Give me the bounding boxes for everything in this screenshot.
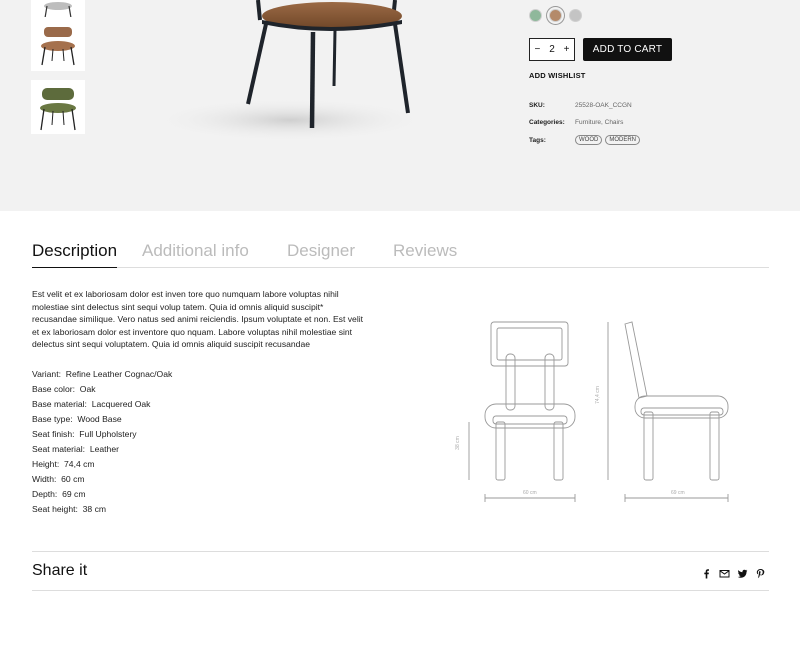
spec-value: 60 cm	[61, 474, 85, 484]
twitter-icon[interactable]	[737, 566, 748, 578]
spec-value: Lacquered Oak	[91, 399, 151, 409]
share-icons	[701, 566, 766, 579]
divider	[32, 551, 769, 552]
add-wishlist-link[interactable]: ADD WISHLIST	[529, 71, 586, 80]
spec-label: Width:	[32, 474, 57, 484]
decrement-button[interactable]: −	[534, 44, 540, 55]
spec-row: Base color: Oak	[32, 383, 172, 398]
spec-label: Variant:	[32, 369, 61, 379]
tags-row: Tags: WOOD MODERN	[529, 135, 643, 145]
depth-label: 69 cm	[671, 490, 685, 496]
spec-row: Base type: Wood Base	[32, 413, 172, 428]
spec-value: Wood Base	[77, 414, 122, 424]
spec-value: Leather	[89, 444, 119, 454]
mail-icon[interactable]	[719, 566, 730, 578]
swatch-sage[interactable]	[529, 9, 542, 22]
sku-row: SKU: 25528-OAK_CCGN	[529, 102, 632, 109]
color-swatches	[529, 9, 582, 22]
height-label: 74,4 cm	[594, 386, 601, 404]
spec-row: Variant: Refine Leather Cognac/Oak	[32, 368, 172, 383]
width-label: 60 cm	[523, 490, 537, 496]
facebook-icon[interactable]	[701, 566, 712, 579]
tag-modern[interactable]: MODERN	[605, 135, 641, 145]
spec-value: 74,4 cm	[64, 459, 95, 469]
spec-label: Seat height:	[32, 504, 78, 514]
categories-row: Categories: Furniture, Chairs	[529, 119, 623, 126]
description-text: Est velit et ex laboriosam dolor est inv…	[32, 289, 364, 349]
spec-value: Oak	[79, 384, 96, 394]
increment-button[interactable]: +	[564, 44, 570, 55]
spec-list: Variant: Refine Leather Cognac/Oak Base …	[32, 368, 172, 518]
spec-row: Seat finish: Full Upholstery	[32, 428, 172, 443]
spec-value: 69 cm	[62, 489, 86, 499]
thumbnail-chair-green[interactable]	[31, 80, 85, 134]
spec-row: Seat material: Leather	[32, 443, 172, 458]
spec-row: Depth: 69 cm	[32, 488, 172, 503]
spec-label: Height:	[32, 459, 60, 469]
spec-row: Width: 60 cm	[32, 473, 172, 488]
tab-description[interactable]: Description	[32, 241, 118, 268]
product-gallery-area: − 2 + ADD TO CART ADD WISHLIST SKU: 2552…	[0, 0, 800, 211]
main-product-image	[140, 0, 440, 160]
thumbnail-chair-cognac[interactable]	[31, 17, 85, 71]
spec-row: Height: 74,4 cm	[32, 458, 172, 473]
swatch-gray[interactable]	[569, 9, 582, 22]
add-to-cart-button[interactable]: ADD TO CART	[583, 38, 672, 61]
spec-value: Full Upholstery	[79, 429, 137, 439]
tab-additional-info[interactable]: Additional info	[142, 241, 249, 268]
sku-label: SKU:	[529, 102, 545, 109]
tab-reviews[interactable]: Reviews	[393, 241, 457, 268]
sku-value: 25528-OAK_CCGN	[575, 102, 632, 109]
pinterest-icon[interactable]	[755, 566, 766, 579]
quantity-stepper: − 2 +	[529, 38, 575, 61]
spec-row: Base material: Lacquered Oak	[32, 398, 172, 413]
tag-wood[interactable]: WOOD	[575, 135, 603, 145]
spec-label: Depth:	[32, 489, 58, 499]
swatch-cognac[interactable]	[549, 9, 562, 22]
seat-height-label: 38 cm	[454, 436, 461, 450]
divider	[32, 590, 769, 591]
product-tabs: Description Additional info Designer Rev…	[32, 241, 769, 268]
spec-label: Seat material:	[32, 444, 86, 454]
tags-label: Tags:	[529, 136, 546, 144]
spec-row: Seat height: 38 cm	[32, 503, 172, 518]
spec-label: Base material:	[32, 399, 87, 409]
spec-value: Refine Leather Cognac/Oak	[65, 369, 173, 379]
spec-label: Base color:	[32, 384, 75, 394]
spec-label: Base type:	[32, 414, 73, 424]
share-title: Share it	[32, 562, 88, 579]
dimension-drawing: 38 cm 74,4 cm 60 cm 69 cm	[455, 312, 745, 507]
tab-designer[interactable]: Designer	[287, 241, 355, 268]
spec-label: Seat finish:	[32, 429, 75, 439]
spec-value: 38 cm	[82, 504, 107, 514]
categories-value[interactable]: Furniture, Chairs	[575, 119, 623, 126]
categories-label: Categories:	[529, 119, 565, 126]
quantity-value[interactable]: 2	[549, 44, 555, 55]
